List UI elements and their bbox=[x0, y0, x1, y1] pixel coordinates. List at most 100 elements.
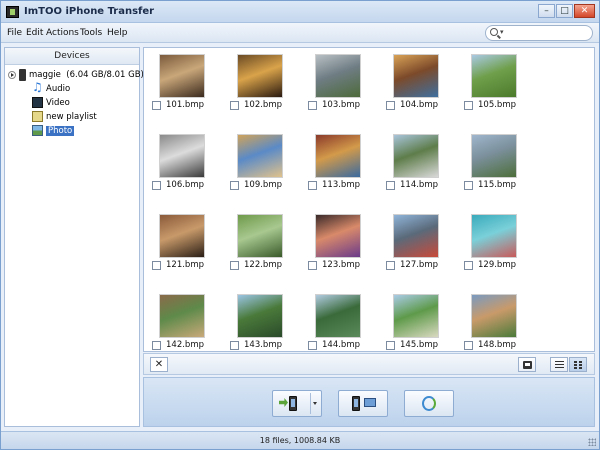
list-view-icon bbox=[555, 361, 564, 368]
photo-image[interactable] bbox=[159, 214, 205, 258]
photo-checkbox[interactable] bbox=[152, 181, 161, 190]
photo-checkbox[interactable] bbox=[308, 341, 317, 350]
resize-grip[interactable] bbox=[588, 438, 596, 446]
photo-checkbox[interactable] bbox=[464, 181, 473, 190]
photo-thumbnail[interactable]: 102.bmp bbox=[230, 54, 305, 118]
photo-checkbox[interactable] bbox=[464, 101, 473, 110]
photo-image[interactable] bbox=[393, 134, 439, 178]
photo-thumbnail[interactable]: 148.bmp bbox=[464, 294, 539, 351]
photo-checkbox[interactable] bbox=[464, 261, 473, 270]
photo-checkbox[interactable] bbox=[308, 261, 317, 270]
photo-image[interactable] bbox=[393, 54, 439, 98]
photo-checkbox[interactable] bbox=[230, 181, 239, 190]
search-icon[interactable] bbox=[490, 28, 498, 36]
grid-view-icon bbox=[574, 361, 583, 369]
photo-filename: 102.bmp bbox=[244, 100, 282, 110]
photo-checkbox[interactable] bbox=[152, 101, 161, 110]
menu-actions[interactable]: Actions bbox=[46, 28, 79, 38]
photo-filename: 121.bmp bbox=[166, 260, 204, 270]
photo-thumbnail[interactable]: 109.bmp bbox=[230, 134, 305, 198]
photo-image[interactable] bbox=[159, 54, 205, 98]
title-bar[interactable]: ImTOO iPhone Transfer – □ ✕ bbox=[1, 1, 599, 23]
photo-filename: 122.bmp bbox=[244, 260, 282, 270]
photo-checkbox[interactable] bbox=[230, 341, 239, 350]
photo-image[interactable] bbox=[159, 294, 205, 338]
photo-checkbox[interactable] bbox=[386, 341, 395, 350]
photo-checkbox[interactable] bbox=[308, 181, 317, 190]
dropdown-toggle[interactable] bbox=[310, 393, 319, 414]
photo-image[interactable] bbox=[315, 294, 361, 338]
photo-image[interactable] bbox=[471, 294, 517, 338]
list-view-button[interactable] bbox=[550, 357, 568, 372]
grid-view-button[interactable] bbox=[569, 357, 587, 372]
menu-help[interactable]: Help bbox=[107, 28, 128, 38]
photo-thumbnail[interactable]: 104.bmp bbox=[386, 54, 461, 118]
app-window: ImTOO iPhone Transfer – □ ✕ File Edit Ac… bbox=[0, 0, 600, 450]
tree-item-video[interactable]: Video bbox=[32, 96, 70, 110]
photo-thumbnail[interactable]: 142.bmp bbox=[152, 294, 227, 351]
photo-image[interactable] bbox=[315, 214, 361, 258]
tree-item-new-playlist[interactable]: new playlist bbox=[32, 110, 97, 124]
photo-checkbox[interactable] bbox=[152, 341, 161, 350]
photo-thumbnail[interactable]: 145.bmp bbox=[386, 294, 461, 351]
menu-edit[interactable]: Edit bbox=[26, 28, 43, 38]
photo-thumbnail[interactable]: 127.bmp bbox=[386, 214, 461, 278]
menu-tools[interactable]: Tools bbox=[80, 28, 102, 38]
photo-checkbox[interactable] bbox=[230, 261, 239, 270]
photo-thumbnail[interactable]: 103.bmp bbox=[308, 54, 383, 118]
photo-thumbnail[interactable]: 106.bmp bbox=[152, 134, 227, 198]
photo-image[interactable] bbox=[393, 294, 439, 338]
photo-thumbnail[interactable]: 114.bmp bbox=[386, 134, 461, 198]
photo-image[interactable] bbox=[237, 54, 283, 98]
status-bar: 18 files, 1008.84 KB bbox=[1, 431, 599, 449]
device-capacity: (6.04 GB/8.01 GB) bbox=[66, 70, 144, 80]
photo-checkbox[interactable] bbox=[308, 101, 317, 110]
tree-item-photo[interactable]: Photo bbox=[32, 124, 75, 138]
menu-file[interactable]: File bbox=[7, 28, 22, 38]
photo-image[interactable] bbox=[237, 134, 283, 178]
photo-thumbnail[interactable]: 101.bmp bbox=[152, 54, 227, 118]
search-input[interactable]: ▾ bbox=[485, 25, 593, 41]
photo-image[interactable] bbox=[159, 134, 205, 178]
photo-checkbox[interactable] bbox=[386, 101, 395, 110]
photo-image[interactable] bbox=[315, 134, 361, 178]
photo-filename: 109.bmp bbox=[244, 180, 282, 190]
close-button[interactable]: ✕ bbox=[574, 4, 595, 18]
photo-thumbnail[interactable]: 129.bmp bbox=[464, 214, 539, 278]
tree-item-audio[interactable]: Audio bbox=[32, 80, 70, 96]
export-button[interactable] bbox=[518, 357, 536, 372]
delete-button[interactable]: ✕ bbox=[150, 357, 168, 372]
menu-bar: File Edit Actions Tools Help ▾ bbox=[1, 23, 599, 43]
photo-image[interactable] bbox=[393, 214, 439, 258]
iphone-icon bbox=[289, 396, 297, 411]
photo-thumbnail[interactable]: 115.bmp bbox=[464, 134, 539, 198]
sync-button[interactable] bbox=[404, 390, 454, 417]
chevron-down-icon[interactable]: ▾ bbox=[500, 28, 504, 36]
expand-collapse-icon[interactable] bbox=[8, 70, 16, 79]
photo-image[interactable] bbox=[471, 54, 517, 98]
photo-thumbnail[interactable]: 122.bmp bbox=[230, 214, 305, 278]
photo-image[interactable] bbox=[471, 214, 517, 258]
export-to-pc-button[interactable] bbox=[338, 390, 388, 417]
photo-thumbnail[interactable]: 121.bmp bbox=[152, 214, 227, 278]
photo-image[interactable] bbox=[237, 214, 283, 258]
import-to-device-button[interactable] bbox=[272, 390, 322, 417]
photo-thumbnail[interactable]: 105.bmp bbox=[464, 54, 539, 118]
photo-image[interactable] bbox=[471, 134, 517, 178]
photo-filename: 105.bmp bbox=[478, 100, 516, 110]
photo-checkbox[interactable] bbox=[152, 261, 161, 270]
photo-checkbox[interactable] bbox=[386, 181, 395, 190]
photo-checkbox[interactable] bbox=[386, 261, 395, 270]
photo-checkbox[interactable] bbox=[464, 341, 473, 350]
photo-thumbnail[interactable]: 123.bmp bbox=[308, 214, 383, 278]
maximize-button[interactable]: □ bbox=[556, 4, 573, 18]
photo-thumbnail[interactable]: 113.bmp bbox=[308, 134, 383, 198]
photo-image[interactable] bbox=[237, 294, 283, 338]
photo-thumbnail[interactable]: 144.bmp bbox=[308, 294, 383, 351]
photo-checkbox[interactable] bbox=[230, 101, 239, 110]
minimize-button[interactable]: – bbox=[538, 4, 555, 18]
photo-grid: 101.bmp 102.bmp 103.bmp 104.bmp 105.bmp 106.b… bbox=[143, 47, 595, 352]
photo-thumbnail[interactable]: 143.bmp bbox=[230, 294, 305, 351]
tree-item-device[interactable]: maggie (6.04 GB/8.01 GB) bbox=[8, 68, 144, 82]
photo-image[interactable] bbox=[315, 54, 361, 98]
